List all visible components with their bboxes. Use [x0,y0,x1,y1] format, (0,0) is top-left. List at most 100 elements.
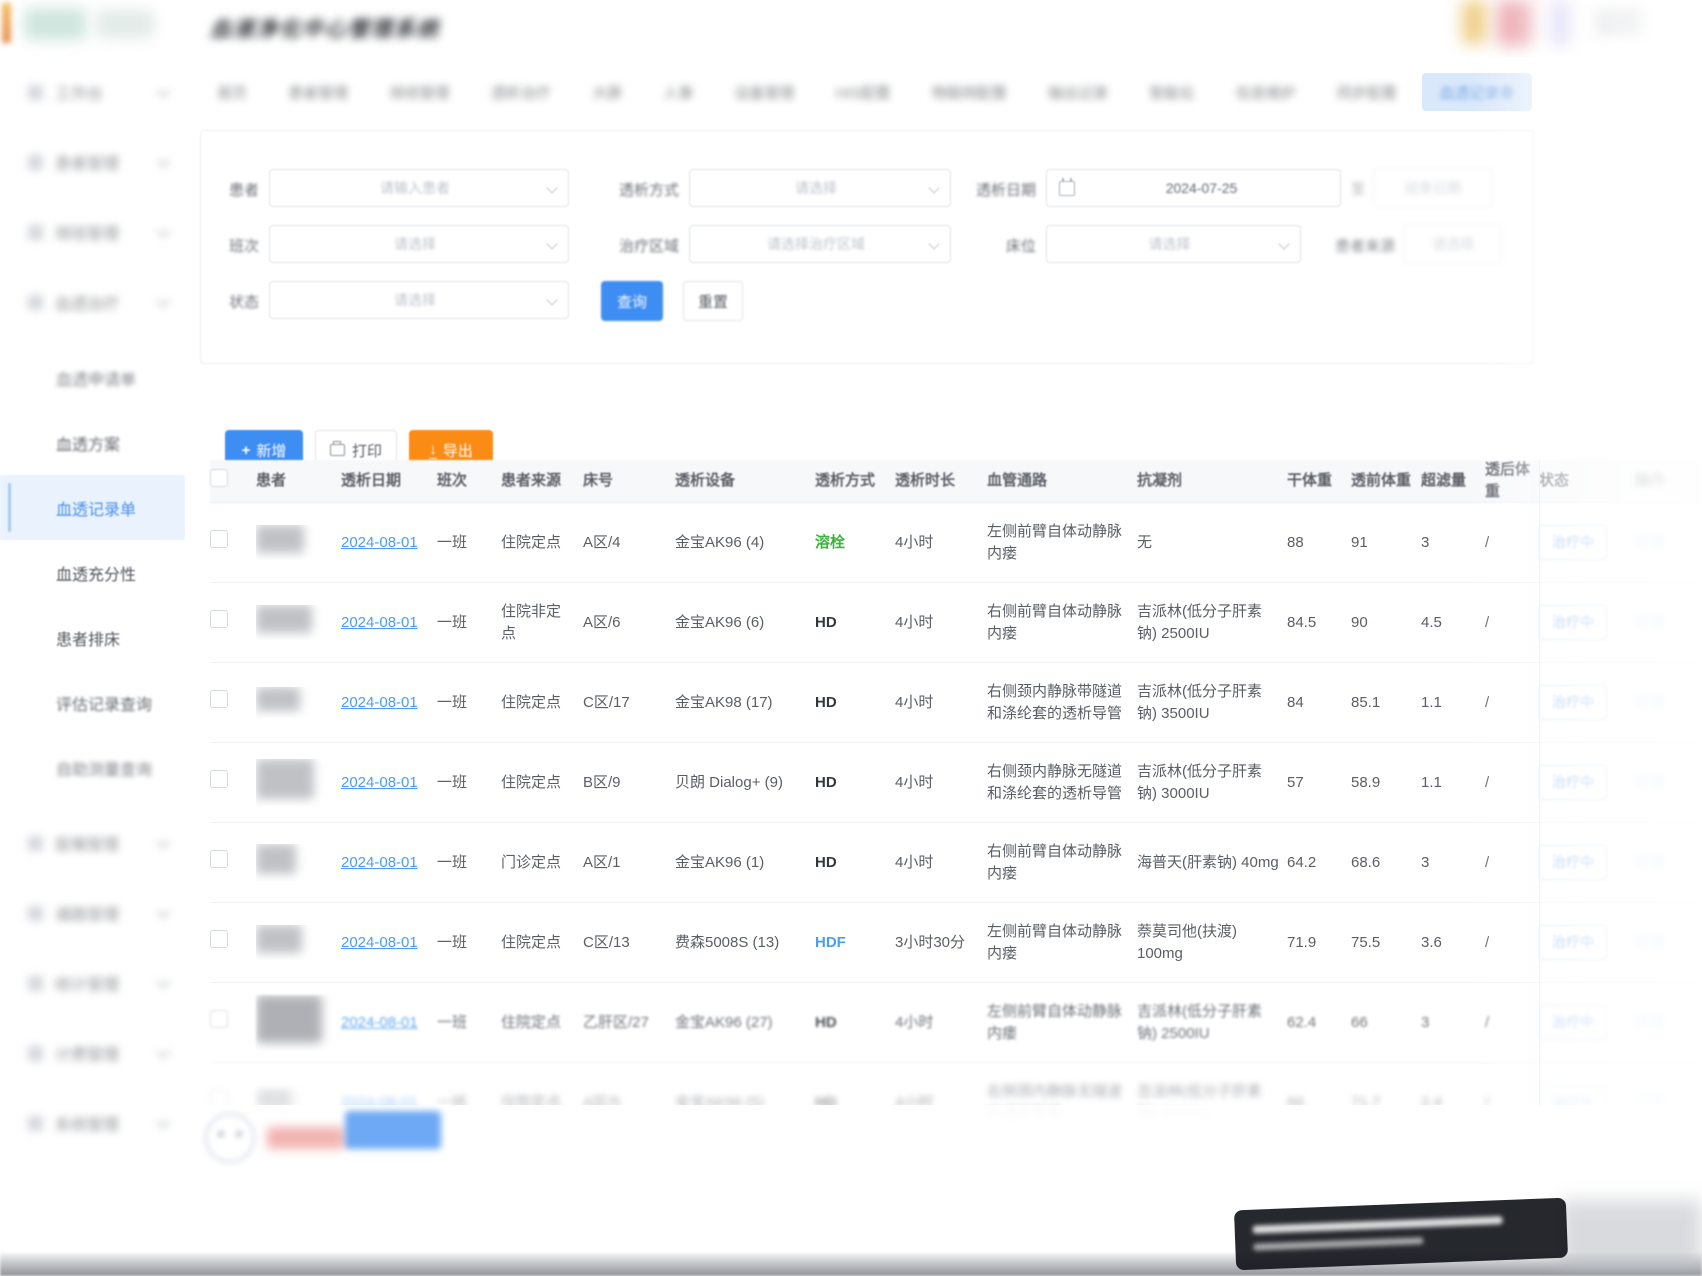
tab-active-label: 血透记录单 [1439,84,1515,102]
duration-cell: 4小时 [895,1013,934,1031]
column-header-ops: 操作 [1635,472,1666,490]
assistant-icon[interactable] [205,1113,255,1163]
source-cell: 住院定点 [501,773,562,791]
pre-weight-cell: 90 [1351,613,1368,631]
row-checkbox[interactable] [210,530,228,549]
row-checkbox[interactable] [210,1010,228,1029]
sidebar-item[interactable]: 评估记录查询 [0,670,185,735]
table-row: 2024-08-01 一班 住院定点 C区/13 费森5008S (13) HDF 3小时3… [210,903,1700,983]
tab-item[interactable]: 信息维护 [1236,82,1296,103]
avatar[interactable] [1498,0,1534,46]
source-cell: 住院定点 [501,933,562,951]
row-action-link[interactable]: 详情 [1635,854,1665,871]
sidebar-group[interactable]: 系统管理 [0,1088,185,1158]
sidebar-group[interactable]: 医嘱管理 [0,808,185,878]
settings-icon[interactable] [1551,0,1571,46]
row-checkbox[interactable] [210,770,228,789]
bed-filter-select[interactable]: 请选择 [1046,225,1301,263]
tab-item[interactable]: 同步配置 [1337,82,1397,103]
tab-item[interactable]: 排班管理 [389,82,449,103]
tab-item[interactable]: 设备管理 [734,82,794,103]
sidebar-item[interactable]: 血透申请单 [0,345,185,410]
dialysis-date-link[interactable]: 2024-08-01 [341,774,418,791]
area-filter-label: 治疗区域 [618,237,679,255]
row-checkbox[interactable] [210,610,228,629]
status-filter-select[interactable]: 请选择 [269,281,569,319]
ops-cell: 详情 [1635,532,1702,554]
date-start-input[interactable]: 2024-07-25 [1046,169,1341,207]
uf-volume-cell: 3 [1421,1013,1430,1031]
sidebar-group[interactable]: 通路管理 [0,878,185,948]
source-filter-input[interactable]: 请选择 [1403,225,1503,263]
date-cell: 2024-08-01 [341,692,437,714]
tab-item[interactable]: HIS配置 [836,82,891,103]
row-checkbox[interactable] [210,690,228,709]
sidebar-item[interactable]: 血透记录单 [0,475,185,540]
row-action-link[interactable]: 详情 [1635,774,1665,791]
row-checkbox[interactable] [210,930,228,949]
row-action-link[interactable]: 详情 [1635,934,1665,951]
row-action-link[interactable]: 详情 [1635,614,1665,631]
dry-weight-cell: 84 [1287,693,1304,711]
sidebar-group[interactable]: 统计管理 [0,948,185,1018]
export-button-label: 导出 [442,442,473,460]
row-select-cell [210,610,256,635]
date-end-input[interactable]: 结束日期 [1373,169,1493,207]
tab-item[interactable]: 智能化 [1149,82,1194,103]
sidebar-group[interactable]: 患者管理 [0,127,185,197]
tab-item[interactable]: 患者管理 [288,82,348,103]
row-action-link[interactable]: 详情 [1635,694,1665,711]
search-button[interactable]: 查询 [601,281,663,321]
dialysis-date-link[interactable]: 2024-08-01 [341,854,418,871]
sidebar-group-label: 患者管理 [55,156,120,173]
select-all-checkbox[interactable] [210,468,228,487]
device-cell: 金宝AK96 (6) [675,613,765,631]
tab-item[interactable]: 物联网配置 [932,82,1007,103]
table-header-row: 患者 透析日期 班次 患者来源 床号 透析设备 透析方式 透析时长 血管通路 抗凝剂 干体重 透前体重… [210,460,1700,503]
sidebar-item[interactable]: 血透方案 [0,410,185,475]
sidebar-group[interactable]: 计费管理 [0,1018,185,1088]
sidebar-group[interactable]: 血透治疗 [0,267,185,337]
tab-item[interactable]: 大屏 [592,82,622,103]
sidebar-group-label: 计费管理 [55,1047,120,1064]
tab-active[interactable]: 血透记录单 [1422,73,1532,111]
mode-filter-select[interactable]: 请选择 [689,169,951,207]
menu-icon [28,224,43,240]
uf-volume-cell: 4.5 [1421,613,1442,631]
column-header: 干体重 [1287,472,1333,490]
menu-icon [28,154,43,170]
reset-button[interactable]: 重置 [683,281,743,321]
device-cell: 费森5008S (13) [675,933,780,951]
row-action-link[interactable]: 详情 [1635,1014,1665,1031]
tab-item[interactable]: 首页 [217,82,247,103]
column-header: 床号 [583,472,614,490]
tab-item[interactable]: 人事 [663,82,693,103]
shift-cell: 一班 [437,1013,468,1031]
dialysis-date-link[interactable]: 2024-08-01 [341,534,418,551]
shift-filter-select[interactable]: 请选择 [269,225,569,263]
access-cell: 左侧前臂自体动静脉内瘘 [987,922,1123,962]
sidebar-group[interactable]: 工作台 [0,57,185,127]
dialysis-date-link[interactable]: 2024-08-01 [341,694,418,711]
status-cell: 治疗中 [1539,845,1635,880]
notification-icon[interactable] [1462,0,1488,44]
tab-item[interactable]: 透析治疗 [491,82,551,103]
tab-item[interactable]: 输出记录 [1048,82,1108,103]
pagination-button[interactable] [345,1111,441,1149]
dialysis-date-link[interactable]: 2024-08-01 [341,934,418,951]
sidebar-item[interactable]: 血透充分性 [0,540,185,605]
area-filter-select[interactable]: 请选择治疗区域 [689,225,951,263]
calendar-icon [1059,177,1075,196]
patient-filter-select[interactable]: 请输入患者 [269,169,569,207]
area-filter-placeholder: 请选择治疗区域 [767,236,865,252]
dialysis-date-link[interactable]: 2024-08-01 [341,614,418,631]
post-weight-cell: / [1485,613,1490,631]
menu-icon [28,905,43,921]
row-action-link[interactable]: 详情 [1635,534,1665,551]
sidebar-group[interactable]: 排班管理 [0,197,185,267]
post-weight-cell: / [1485,933,1490,951]
sidebar-item[interactable]: 自助测量查询 [0,735,185,800]
row-checkbox[interactable] [210,850,228,869]
sidebar-item[interactable]: 患者排床 [0,605,185,670]
dialysis-date-link[interactable]: 2024-08-01 [341,1014,418,1031]
